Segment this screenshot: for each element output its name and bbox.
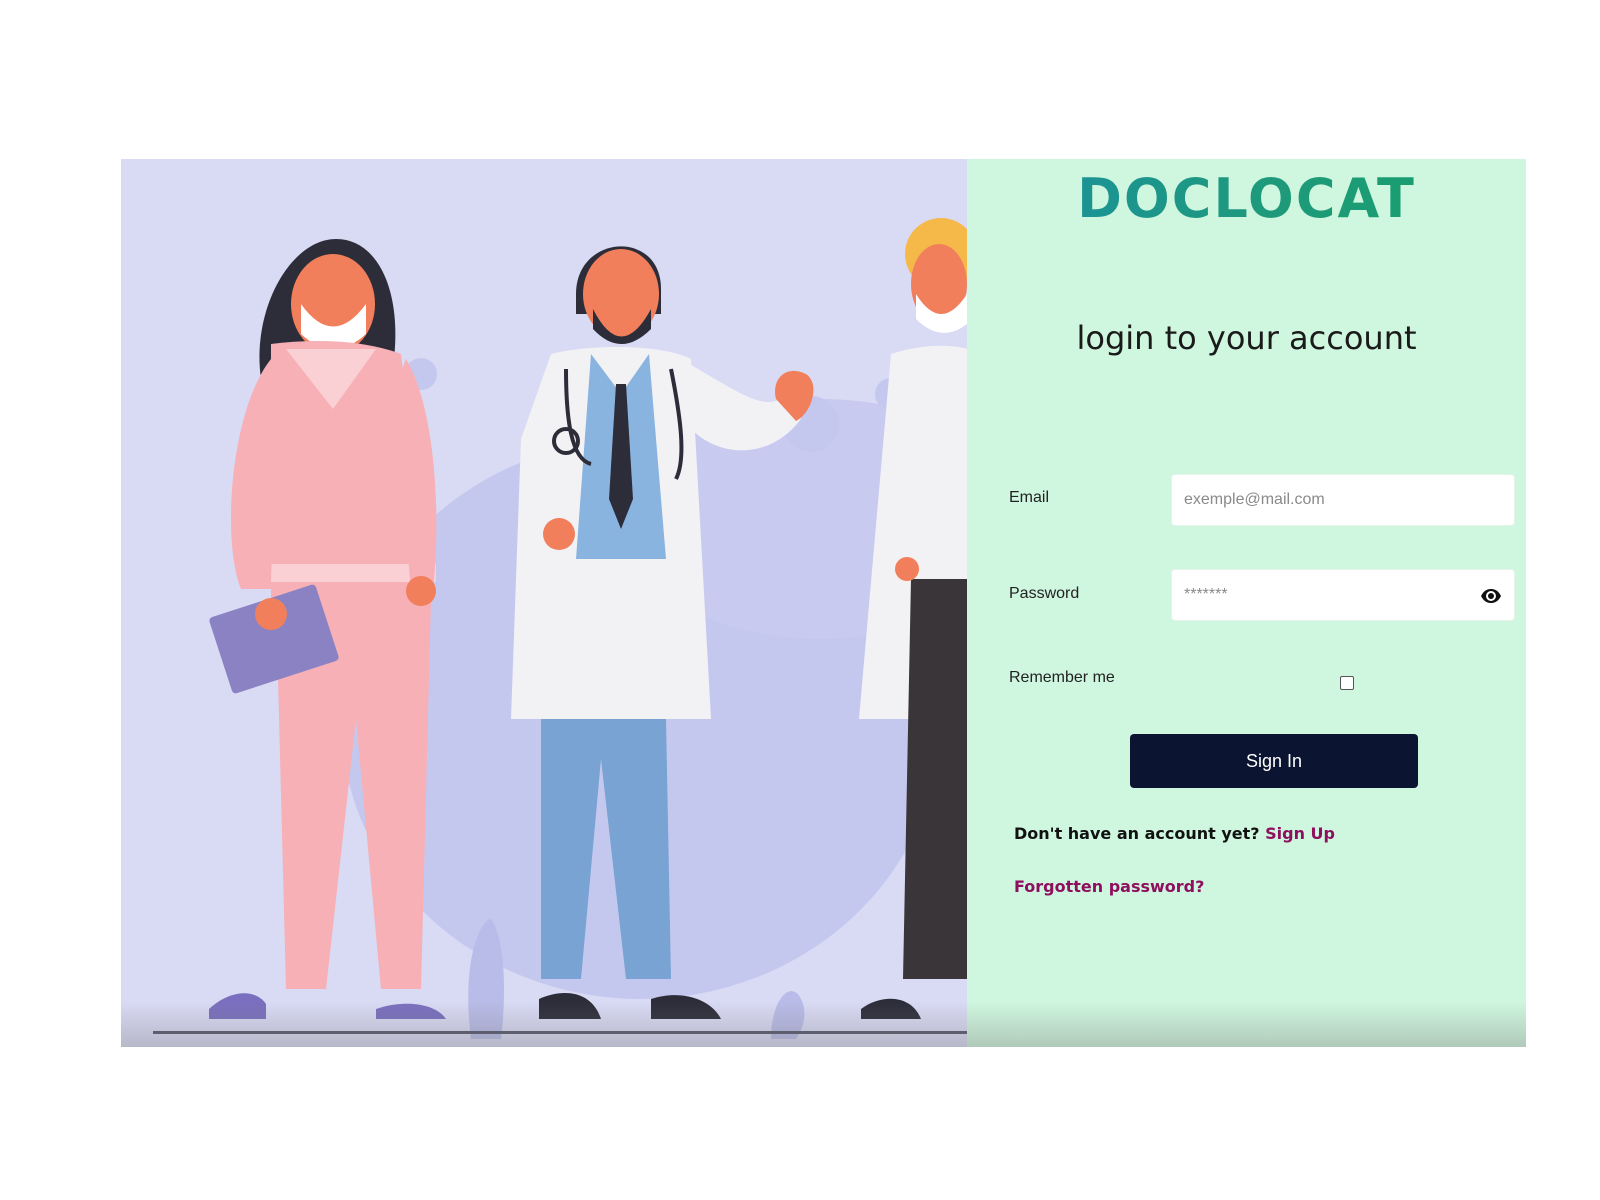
email-field-wrapper <box>1171 474 1515 526</box>
password-field-wrapper <box>1171 569 1515 621</box>
page-title: login to your account <box>1076 319 1417 357</box>
sign-in-button[interactable]: Sign In <box>1130 734 1418 788</box>
email-label: Email <box>1009 489 1050 506</box>
signup-prompt: Don't have an account yet? Sign Up <box>1014 824 1335 843</box>
login-panel: DOCLOCAT login to your account Email Pas… <box>967 159 1526 1047</box>
no-account-text: Don't have an account yet? <box>1014 824 1260 843</box>
password-field[interactable] <box>1172 570 1514 620</box>
brand-logo: DOCLOCAT <box>967 167 1526 230</box>
login-page: DOCLOCAT login to your account Email Pas… <box>121 159 1526 1047</box>
bottom-shade-panel <box>967 1001 1526 1047</box>
remember-me-label: Remember me <box>1009 669 1115 686</box>
email-field[interactable] <box>1172 475 1514 525</box>
forgot-password-link[interactable]: Forgotten password? <box>1014 877 1204 896</box>
sign-up-link[interactable]: Sign Up <box>1265 824 1335 843</box>
doctors-illustration <box>121 159 967 1047</box>
doctors-illustration-art <box>153 218 967 1039</box>
eye-icon[interactable] <box>1480 585 1502 607</box>
password-label: Password <box>1009 585 1080 602</box>
forgot-password-wrapper: Forgotten password? <box>1014 877 1204 896</box>
remember-me-checkbox[interactable] <box>1340 676 1354 690</box>
